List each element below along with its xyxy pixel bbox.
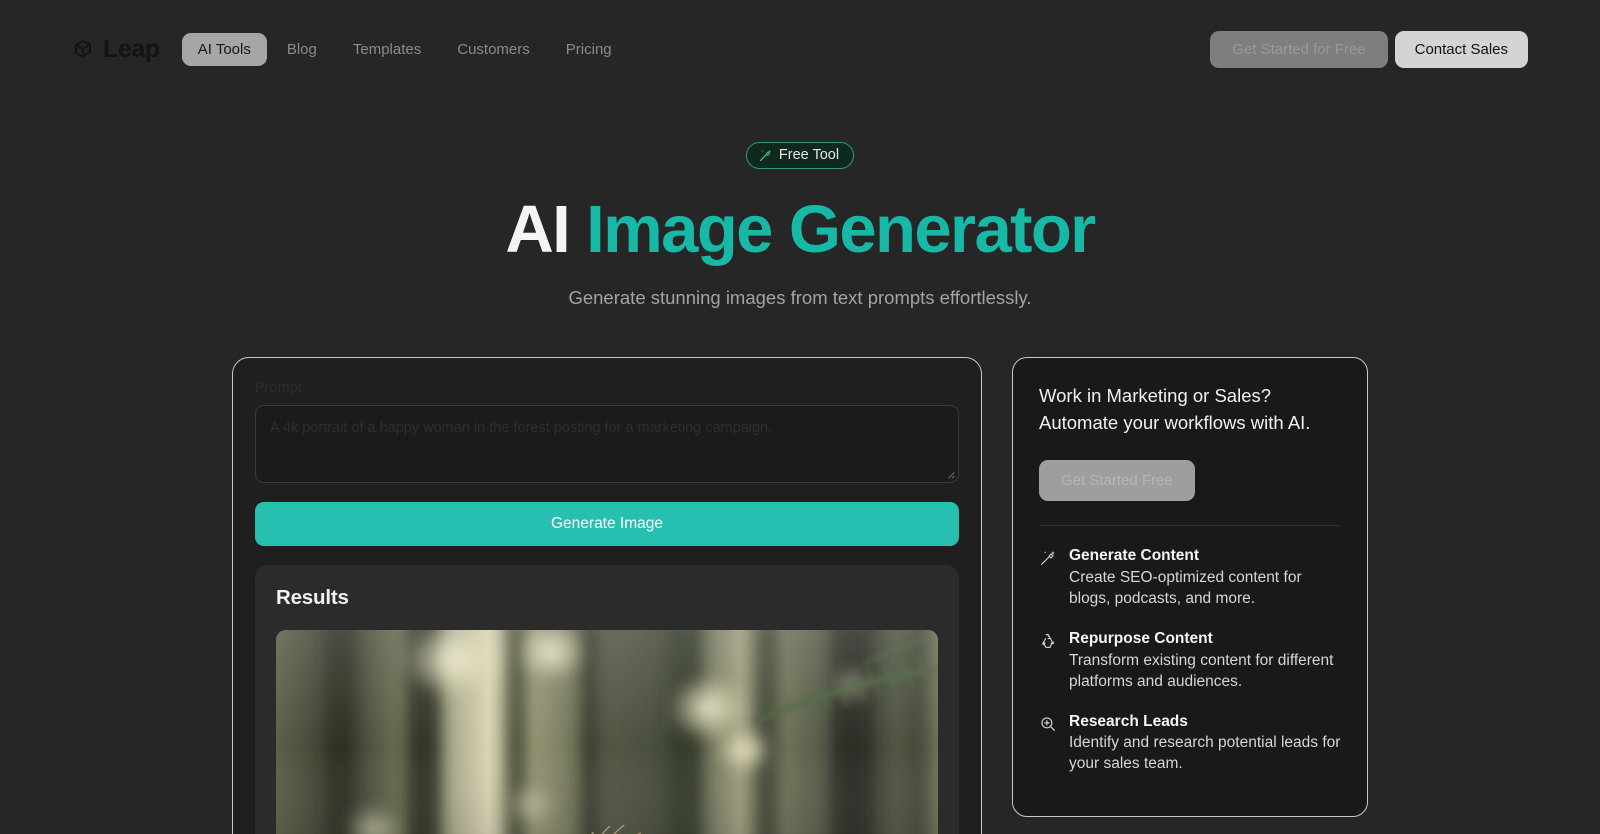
feature-title: Repurpose Content <box>1069 629 1213 647</box>
prompt-field-wrapper <box>255 405 959 484</box>
feature-description: Transform existing content for different… <box>1069 651 1334 690</box>
nav-item-pricing[interactable]: Pricing <box>550 33 628 66</box>
prompt-label: Prompt <box>255 380 302 397</box>
magic-wand-icon <box>1039 549 1057 567</box>
sidebar-get-started-free-button[interactable]: Get Started Free <box>1039 459 1195 501</box>
nav-item-customers[interactable]: Customers <box>441 33 546 66</box>
page-title: AI Image Generator <box>0 192 1600 267</box>
free-tool-badge: Free Tool <box>745 142 855 169</box>
feature-item-repurpose-content: Repurpose Content Transform existing con… <box>1039 629 1341 693</box>
feature-item-research-leads: Research Leads Identify and research pot… <box>1039 712 1341 776</box>
header-actions: Get Started for Free Contact Sales <box>1210 30 1528 68</box>
contact-sales-button[interactable]: Contact Sales <box>1394 30 1528 68</box>
feature-text: Research Leads Identify and research pot… <box>1069 712 1341 776</box>
search-plus-icon <box>1039 715 1057 733</box>
feature-text: Generate Content Create SEO-optimized co… <box>1069 546 1341 610</box>
cube-logo-icon <box>74 39 91 58</box>
get-started-free-button[interactable]: Get Started for Free <box>1210 30 1388 68</box>
feature-description: Create SEO-optimized content for blogs, … <box>1069 568 1302 607</box>
promo-headline: Work in Marketing or Sales? Automate you… <box>1039 383 1341 437</box>
generator-card: Prompt Generate Image Results <box>232 357 982 834</box>
nav-item-blog[interactable]: Blog <box>271 33 333 66</box>
brand-name: Leap <box>103 34 160 63</box>
results-title: Results <box>276 585 349 609</box>
nav-item-templates[interactable]: Templates <box>337 33 437 66</box>
page-title-accent: Image Generator <box>586 192 1096 267</box>
feature-text: Repurpose Content Transform existing con… <box>1069 629 1341 693</box>
free-tool-badge-label: Free Tool <box>778 147 840 164</box>
results-panel: Results <box>255 564 959 834</box>
page-subtitle: Generate stunning images from text promp… <box>568 287 1032 309</box>
feature-title: Generate Content <box>1069 546 1200 564</box>
prompt-input[interactable] <box>255 405 959 484</box>
forest-portrait-image <box>276 629 938 834</box>
main-nav: AI Tools Blog Templates Customers Pricin… <box>181 32 628 66</box>
page-title-plain: AI <box>505 192 587 267</box>
hero-section: Free Tool AI Image Generator Generate st… <box>0 98 1600 309</box>
brand-logo[interactable]: Leap <box>72 35 160 64</box>
recycle-icon <box>1039 632 1057 650</box>
site-header: Leap AI Tools Blog Templates Customers P… <box>0 0 1600 98</box>
promo-sidebar: Work in Marketing or Sales? Automate you… <box>1012 357 1368 818</box>
nav-item-ai-tools[interactable]: AI Tools <box>181 32 267 66</box>
generated-image[interactable] <box>276 629 938 834</box>
feature-title: Research Leads <box>1069 712 1188 730</box>
promo-headline-line2: Automate your workflows with AI. <box>1039 412 1311 434</box>
feature-item-generate-content: Generate Content Create SEO-optimized co… <box>1039 546 1341 610</box>
feature-description: Identify and research potential leads fo… <box>1069 734 1341 773</box>
feature-list: Generate Content Create SEO-optimized co… <box>1039 526 1341 775</box>
main-content: Prompt Generate Image Results <box>0 357 1600 834</box>
promo-headline-line1: Work in Marketing or Sales? <box>1039 385 1272 407</box>
generate-image-button[interactable]: Generate Image <box>255 502 959 546</box>
magic-wand-icon <box>759 149 772 162</box>
